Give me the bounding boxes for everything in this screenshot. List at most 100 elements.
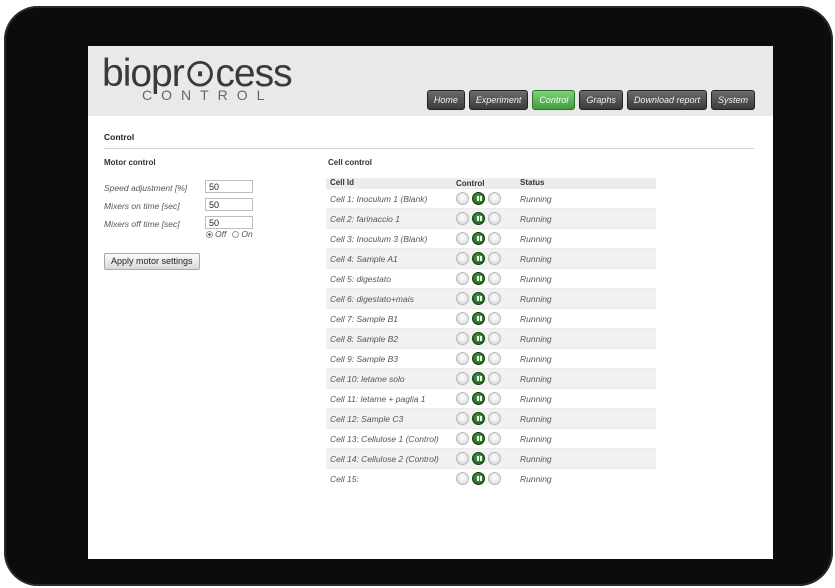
- cell-controls: [456, 332, 518, 345]
- stop-icon[interactable]: [456, 192, 469, 205]
- cell-controls: [456, 312, 518, 325]
- pause-icon[interactable]: [472, 352, 485, 365]
- cell-id: Cell 7: Sample B1: [330, 313, 399, 324]
- cell-controls: [456, 232, 518, 245]
- table-row: Cell 7: Sample B1 Running: [326, 308, 656, 328]
- table-row: Cell 10: letame solo Running: [326, 368, 656, 388]
- nav-graphs[interactable]: Graphs: [579, 90, 623, 110]
- play-icon[interactable]: [488, 232, 501, 245]
- motor-control-title: Motor control: [104, 158, 156, 167]
- motor-radio-group: Off On: [206, 229, 253, 239]
- play-icon[interactable]: [488, 412, 501, 425]
- cell-table-header: Cell Id Control Status: [326, 178, 656, 188]
- cell-controls: [456, 432, 518, 445]
- nav-download-report[interactable]: Download report: [626, 90, 707, 110]
- status-text: Running: [520, 233, 552, 244]
- play-icon[interactable]: [488, 352, 501, 365]
- cell-id: Cell 8: Sample B2: [330, 333, 399, 344]
- nav-home[interactable]: Home: [426, 90, 465, 110]
- status-text: Running: [520, 413, 552, 424]
- status-text: Running: [520, 373, 552, 384]
- pause-icon[interactable]: [472, 232, 485, 245]
- speed-input[interactable]: 50: [205, 180, 253, 193]
- pause-icon[interactable]: [472, 372, 485, 385]
- stop-icon[interactable]: [456, 352, 469, 365]
- header-control: Control: [456, 178, 485, 188]
- status-text: Running: [520, 313, 552, 324]
- table-row: Cell 1: Inoculum 1 (Blank) Running: [326, 188, 656, 208]
- cell-id: Cell 3: Inoculum 3 (Blank): [330, 233, 428, 244]
- pause-icon[interactable]: [472, 432, 485, 445]
- cell-controls: [456, 392, 518, 405]
- pause-icon[interactable]: [472, 332, 485, 345]
- pause-icon[interactable]: [472, 292, 485, 305]
- pause-icon[interactable]: [472, 312, 485, 325]
- stop-icon[interactable]: [456, 272, 469, 285]
- status-text: Running: [520, 393, 552, 404]
- play-icon[interactable]: [488, 252, 501, 265]
- play-icon[interactable]: [488, 392, 501, 405]
- cell-id: Cell 12: Sample C3: [330, 413, 404, 424]
- cell-controls: [456, 252, 518, 265]
- pause-icon[interactable]: [472, 392, 485, 405]
- stop-icon[interactable]: [456, 472, 469, 485]
- stop-icon[interactable]: [456, 212, 469, 225]
- stop-icon[interactable]: [456, 252, 469, 265]
- play-icon[interactable]: [488, 292, 501, 305]
- stop-icon[interactable]: [456, 392, 469, 405]
- play-icon[interactable]: [488, 212, 501, 225]
- stop-icon[interactable]: [456, 312, 469, 325]
- radio-off[interactable]: [206, 230, 213, 238]
- status-text: Running: [520, 353, 552, 364]
- radio-on[interactable]: [232, 230, 240, 238]
- cell-id: Cell 11: letame + paglia 1: [330, 393, 426, 404]
- stop-icon[interactable]: [456, 372, 469, 385]
- pause-icon[interactable]: [472, 452, 485, 465]
- table-row: Cell 12: Sample C3 Running: [326, 408, 656, 428]
- cell-controls: [456, 472, 518, 485]
- cell-id: Cell 4: Sample A1: [330, 253, 398, 264]
- status-text: Running: [520, 253, 552, 264]
- cell-id: Cell 2: farinaccio 1: [330, 213, 400, 224]
- apply-motor-settings-button[interactable]: Apply motor settings: [104, 253, 200, 270]
- stop-icon[interactable]: [456, 432, 469, 445]
- nav-system[interactable]: System: [710, 90, 755, 110]
- play-icon[interactable]: [488, 472, 501, 485]
- cell-id: Cell 5: digestato: [330, 273, 391, 284]
- pause-icon[interactable]: [472, 192, 485, 205]
- pause-icon[interactable]: [472, 252, 485, 265]
- table-row: Cell 8: Sample B2 Running: [326, 328, 656, 348]
- stop-icon[interactable]: [456, 232, 469, 245]
- main-nav: Home Experiment Control Graphs Download …: [426, 90, 755, 110]
- pause-icon[interactable]: [472, 272, 485, 285]
- table-row: Cell 13: Cellulose 1 (Control) Running: [326, 428, 656, 448]
- cell-id: Cell 13: Cellulose 1 (Control): [330, 433, 439, 444]
- pause-icon[interactable]: [472, 212, 485, 225]
- cell-controls: [456, 272, 518, 285]
- pause-icon[interactable]: [472, 472, 485, 485]
- play-icon[interactable]: [488, 372, 501, 385]
- stop-icon[interactable]: [456, 412, 469, 425]
- play-icon[interactable]: [488, 312, 501, 325]
- status-text: Running: [520, 193, 552, 204]
- stop-icon[interactable]: [456, 292, 469, 305]
- play-icon[interactable]: [488, 452, 501, 465]
- nav-control[interactable]: Control: [532, 90, 576, 110]
- cell-controls: [456, 412, 518, 425]
- play-icon[interactable]: [488, 272, 501, 285]
- cell-controls: [456, 292, 518, 305]
- mixers-on-input[interactable]: 50: [205, 198, 253, 211]
- stop-icon[interactable]: [456, 332, 469, 345]
- stop-icon[interactable]: [456, 452, 469, 465]
- tablet-frame: biopr⊙cess CONTROL Home Experiment Contr…: [4, 6, 833, 586]
- cell-id: Cell 15:: [330, 473, 359, 484]
- pause-icon[interactable]: [472, 412, 485, 425]
- cell-id: Cell 14: Cellulose 2 (Control): [330, 453, 439, 464]
- logo: biopr⊙cess CONTROL: [102, 54, 293, 103]
- mixers-off-input[interactable]: 50: [205, 216, 253, 229]
- radio-off-label: Off: [215, 229, 227, 239]
- play-icon[interactable]: [488, 432, 501, 445]
- nav-experiment[interactable]: Experiment: [468, 90, 529, 110]
- play-icon[interactable]: [488, 332, 501, 345]
- play-icon[interactable]: [488, 192, 501, 205]
